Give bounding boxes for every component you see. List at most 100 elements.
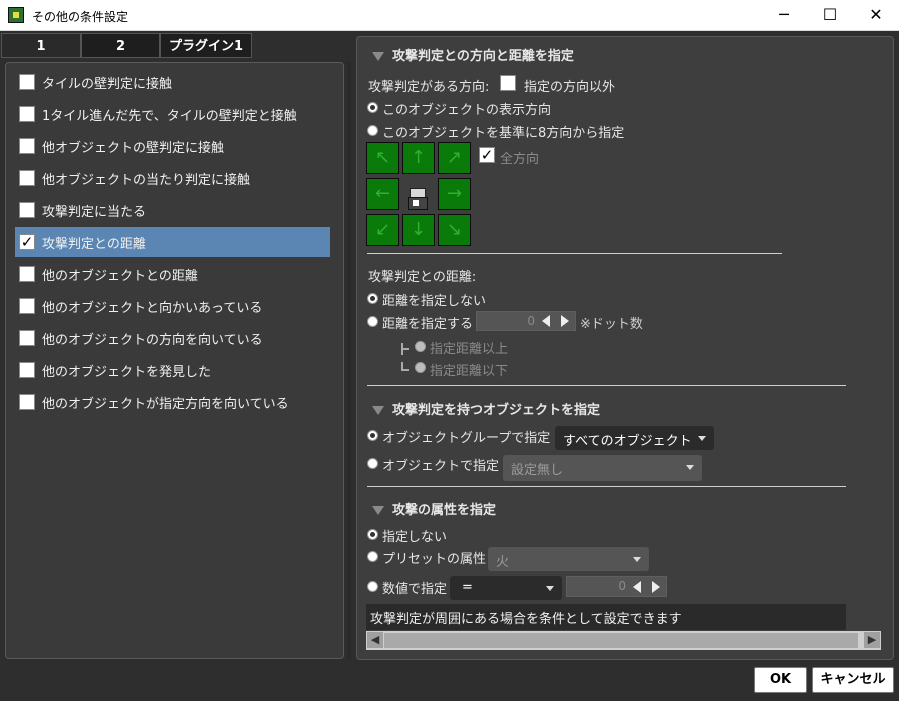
condition-item[interactable]: タイルの壁判定に接触 xyxy=(15,67,330,97)
object-label: オブジェクトで指定 xyxy=(382,459,500,474)
direction-section-header[interactable]: 攻撃判定との方向と距離を指定 xyxy=(372,45,574,64)
condition-item[interactable]: 他のオブジェクトの方向を向いている xyxy=(15,323,330,353)
distance-label: 攻撃判定との距離: xyxy=(368,270,477,285)
horizontal-scrollbar[interactable]: ◀ ▶ xyxy=(366,631,881,650)
condition-checkbox[interactable] xyxy=(19,394,35,410)
scrollbar-thumb[interactable] xyxy=(384,633,858,648)
condition-label: 他のオブジェクトの方向を向いている xyxy=(42,333,263,348)
distance-value: 0 xyxy=(527,314,535,328)
direction-left-button[interactable]: ← xyxy=(366,178,399,210)
tab-1[interactable]: 1 xyxy=(1,33,81,58)
condition-item[interactable]: ✓ 攻撃判定との距離 xyxy=(15,227,330,257)
object-radio[interactable] xyxy=(367,458,378,469)
condition-checkbox[interactable] xyxy=(19,266,35,282)
operator-dropdown[interactable]: = xyxy=(450,576,562,600)
maximize-button[interactable]: ☐ xyxy=(807,0,853,30)
condition-item[interactable]: 他のオブジェクトと向かいあっている xyxy=(15,291,330,321)
distance-none-radio[interactable] xyxy=(367,293,378,304)
character-icon xyxy=(408,188,428,210)
condition-label: 他オブジェクトの壁判定に接触 xyxy=(42,141,225,156)
display-direction-label: このオブジェクトの表示方向 xyxy=(382,103,552,118)
direction-label: 攻撃判定がある方向: xyxy=(368,80,490,95)
cancel-button[interactable]: キャンセル xyxy=(812,667,894,693)
condition-label: 1タイル進んだ先で、タイルの壁判定と接触 xyxy=(42,109,297,124)
object-group-dropdown[interactable]: すべてのオブジェクト xyxy=(555,426,714,450)
eight-direction-radio[interactable] xyxy=(367,125,378,136)
display-direction-radio[interactable] xyxy=(367,102,378,113)
scroll-left-icon[interactable]: ◀ xyxy=(367,632,383,648)
condition-label: 他のオブジェクトが指定方向を向いている xyxy=(42,397,289,412)
condition-checkbox[interactable] xyxy=(19,170,35,186)
object-value: 設定無し xyxy=(511,463,564,478)
object-group-radio[interactable] xyxy=(367,430,378,441)
close-button[interactable]: ✕ xyxy=(853,0,899,30)
collapse-triangle-icon xyxy=(372,506,384,515)
all-directions-checkbox[interactable]: ✓ xyxy=(479,147,495,163)
chevron-down-icon xyxy=(633,557,641,562)
panel-splitter[interactable] xyxy=(347,62,351,659)
condition-item[interactable]: 他のオブジェクトとの距離 xyxy=(15,259,330,289)
condition-checkbox[interactable] xyxy=(19,74,35,90)
preset-attribute-value: 火 xyxy=(496,555,510,570)
object-group-label: オブジェクトグループで指定 xyxy=(382,431,551,446)
decrement-arrow-icon[interactable] xyxy=(542,315,550,327)
below-distance-radio[interactable] xyxy=(415,362,426,373)
object-section-header[interactable]: 攻撃判定を持つオブジェクトを指定 xyxy=(372,399,600,418)
condition-item[interactable]: 他オブジェクトの壁判定に接触 xyxy=(15,131,330,161)
direction-up-right-button[interactable]: ↗ xyxy=(438,142,471,174)
ok-button[interactable]: OK xyxy=(754,667,807,693)
tab-2[interactable]: 2 xyxy=(81,33,160,58)
tab-plugin1[interactable]: プラグイン1 xyxy=(160,33,252,58)
object-dropdown[interactable]: 設定無し xyxy=(503,455,702,481)
object-group-value: すべてのオブジェクト xyxy=(563,434,692,449)
description-text: 攻撃判定が周囲にある場合を条件として設定できます xyxy=(370,612,682,627)
above-distance-radio[interactable] xyxy=(415,341,426,352)
condition-item[interactable]: 攻撃判定に当たる xyxy=(15,195,330,225)
preset-attribute-dropdown[interactable]: 火 xyxy=(488,547,649,571)
above-distance-label: 指定距離以上 xyxy=(430,342,509,357)
attribute-none-radio[interactable] xyxy=(367,529,378,540)
eight-direction-label: このオブジェクトを基準に8方向から指定 xyxy=(382,126,625,141)
preset-attribute-label: プリセットの属性 xyxy=(382,552,487,567)
condition-checkbox[interactable]: ✓ xyxy=(19,234,35,250)
distance-spinner[interactable]: 0 xyxy=(476,311,576,331)
all-directions-label: 全方向 xyxy=(500,152,540,167)
decrement-arrow-icon[interactable] xyxy=(633,581,641,593)
direction-down-button[interactable]: ↓ xyxy=(402,214,435,246)
condition-checkbox[interactable] xyxy=(19,362,35,378)
condition-checkbox[interactable] xyxy=(19,298,35,314)
divider xyxy=(367,253,782,254)
preset-attribute-radio[interactable] xyxy=(367,551,378,562)
distance-specify-label: 距離を指定する xyxy=(382,317,474,332)
minimize-button[interactable]: ─ xyxy=(761,0,807,30)
title-bar: その他の条件設定 ─ ☐ ✕ xyxy=(0,0,899,31)
condition-checkbox[interactable] xyxy=(19,202,35,218)
distance-specify-radio[interactable] xyxy=(367,316,378,327)
direction-right-button[interactable]: → xyxy=(438,178,471,210)
tree-line xyxy=(401,369,409,371)
condition-checkbox[interactable] xyxy=(19,138,35,154)
direction-down-right-button[interactable]: ↘ xyxy=(438,214,471,246)
condition-checkbox[interactable] xyxy=(19,330,35,346)
numeric-attribute-radio[interactable] xyxy=(367,581,378,592)
condition-item[interactable]: 他オブジェクトの当たり判定に接触 xyxy=(15,163,330,193)
direction-down-left-button[interactable]: ↙ xyxy=(366,214,399,246)
below-distance-label: 指定距離以下 xyxy=(430,364,509,379)
condition-item[interactable]: 1タイル進んだ先で、タイルの壁判定と接触 xyxy=(15,99,330,129)
condition-label: 攻撃判定との距離 xyxy=(42,237,146,252)
attribute-section-header[interactable]: 攻撃の属性を指定 xyxy=(372,499,496,518)
except-direction-checkbox[interactable] xyxy=(500,75,516,91)
chevron-down-icon xyxy=(698,436,706,441)
numeric-attribute-spinner[interactable]: 0 xyxy=(566,576,667,597)
increment-arrow-icon[interactable] xyxy=(561,315,569,327)
condition-item[interactable]: 他のオブジェクトを発見した xyxy=(15,355,330,385)
description-box: 攻撃判定が周囲にある場合を条件として設定できます xyxy=(366,604,846,630)
operator-value: = xyxy=(462,580,473,595)
increment-arrow-icon[interactable] xyxy=(652,581,660,593)
condition-checkbox[interactable] xyxy=(19,106,35,122)
condition-item[interactable]: 他のオブジェクトが指定方向を向いている xyxy=(15,387,330,417)
scroll-right-icon[interactable]: ▶ xyxy=(864,632,880,648)
collapse-triangle-icon xyxy=(372,406,384,415)
direction-up-left-button[interactable]: ↖ xyxy=(366,142,399,174)
direction-up-button[interactable]: ↑ xyxy=(402,142,435,174)
